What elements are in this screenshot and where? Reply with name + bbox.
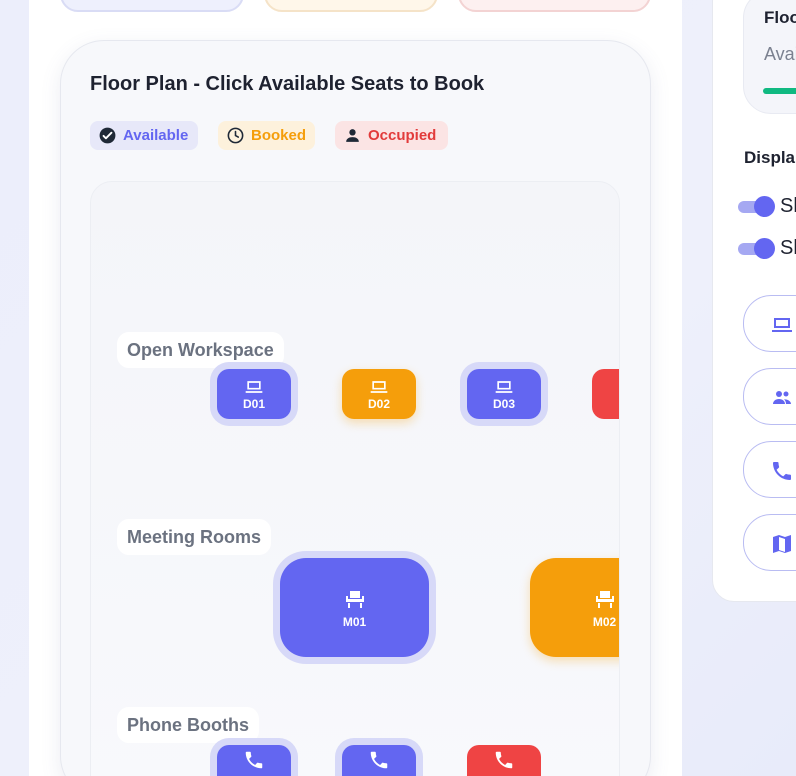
stat-card-booked (264, 0, 438, 12)
legend-occupied: Occupied (335, 121, 448, 150)
filter-desks-button[interactable] (743, 295, 796, 352)
phone-icon (370, 751, 388, 769)
display-section-title: Displa (744, 148, 796, 167)
side-stat-subtitle: Avai (764, 44, 796, 64)
seat-label: D02 (367, 397, 390, 411)
clock-icon (227, 127, 244, 144)
floor-plan-area: Open Workspace D01 D02 D03 D Meeting Roo… (90, 181, 620, 776)
zone-label-meeting-rooms: Meeting Rooms (117, 519, 272, 555)
display-toggle-1[interactable] (738, 196, 775, 217)
phone-icon (495, 751, 513, 769)
side-stat-title: Floo (764, 8, 796, 27)
legend-available: Available (90, 121, 198, 150)
seat-label: D01 (242, 397, 265, 411)
seat-label: D03 (492, 397, 515, 411)
filter-phone-booths-button[interactable] (743, 441, 796, 498)
display-toggle-2[interactable] (738, 238, 775, 259)
seat-d04[interactable]: D (592, 369, 620, 419)
legend-occupied-label: Occupied (368, 127, 437, 144)
display-toggle-2-label: Sl (780, 237, 796, 259)
seat-m01[interactable]: M01 (280, 558, 429, 657)
filter-meeting-rooms-button[interactable] (743, 368, 796, 425)
toggle-knob (754, 238, 775, 259)
seat-label: M01 (342, 614, 367, 629)
seat-p02[interactable] (342, 745, 416, 776)
floor-plan-title: Floor Plan - Click Available Seats to Bo… (90, 73, 485, 95)
seat-m02[interactable]: M02 (530, 558, 619, 657)
laptop-icon (495, 381, 513, 393)
seat-d03[interactable]: D03 (467, 369, 541, 419)
check-circle-icon (99, 127, 116, 144)
legend-booked-label: Booked (251, 127, 307, 144)
chair-icon (345, 590, 364, 608)
display-toggle-1-label: Sl (780, 195, 796, 217)
stat-card-available (60, 0, 244, 12)
seat-p01[interactable] (217, 745, 291, 776)
zone-label-open-workspace: Open Workspace (117, 332, 284, 368)
legend-available-label: Available (123, 127, 189, 144)
person-icon (346, 129, 359, 142)
seat-label: M02 (592, 614, 617, 629)
side-progress-bar (763, 88, 796, 94)
laptop-icon (772, 318, 792, 332)
seat-d01[interactable]: D01 (217, 369, 291, 419)
seat-p03[interactable] (467, 745, 541, 776)
laptop-icon (616, 377, 620, 397)
zone-label-phone-booths: Phone Booths (117, 707, 259, 743)
phone-icon (245, 751, 263, 769)
map-icon (773, 535, 791, 553)
laptop-icon (245, 381, 263, 393)
chair-icon (595, 590, 614, 608)
legend-booked: Booked (218, 121, 315, 150)
stat-card-occupied (458, 0, 651, 12)
seat-d02[interactable]: D02 (342, 369, 416, 419)
phone-icon (773, 462, 791, 480)
toggle-knob (754, 196, 775, 217)
view-map-button[interactable] (743, 514, 796, 571)
group-icon (773, 391, 791, 404)
laptop-icon (370, 381, 388, 393)
